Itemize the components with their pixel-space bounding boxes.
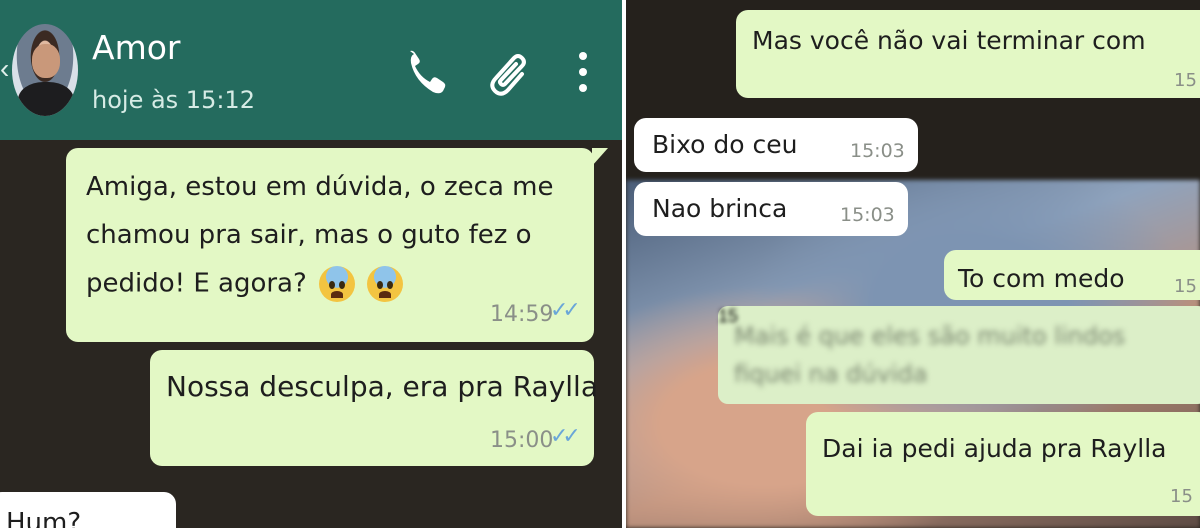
avatar[interactable] bbox=[12, 24, 78, 116]
message-time: 15 bbox=[1170, 486, 1193, 507]
message-bubble-outgoing[interactable]: Amiga, estou em dúvida, o zeca me chamou… bbox=[66, 148, 594, 342]
message-text: To com medo bbox=[958, 264, 1125, 293]
chat-panel-left: ‹ Amor hoje às 15:12 Amiga, estou em dúv… bbox=[0, 0, 622, 528]
phone-icon[interactable] bbox=[404, 44, 450, 100]
last-seen-status: hoje às 15:12 bbox=[92, 86, 255, 114]
message-time: 15:03 bbox=[850, 140, 905, 162]
read-ticks-icon: ✓✓ bbox=[550, 424, 581, 449]
message-line: Amiga, estou em dúvida, o zeca me bbox=[86, 172, 554, 202]
message-line: chamou pra sair, mas o guto fez o bbox=[86, 220, 532, 250]
message-time: 15 bbox=[718, 306, 739, 326]
chat-header: ‹ Amor hoje às 15:12 bbox=[0, 0, 622, 140]
message-bubble-outgoing[interactable]: Nossa desculpa, era pra Raylla 15:00 ✓✓ bbox=[150, 350, 598, 466]
message-text: Nossa desculpa, era pra Raylla bbox=[166, 370, 598, 403]
message-time: 15:00 bbox=[490, 428, 554, 453]
message-text: Dai ia pedi ajuda pra Raylla bbox=[822, 434, 1167, 463]
chat-panel-right: Mas você não vai terminar com 15 Bixo do… bbox=[626, 0, 1200, 528]
message-bubble-outgoing[interactable]: To com medo 15 bbox=[944, 250, 1200, 300]
message-time: 14:59 bbox=[490, 302, 554, 327]
bubble-tail bbox=[592, 148, 608, 166]
anxious-face-icon bbox=[319, 266, 356, 302]
message-text-blurred: fiquei na dúvida bbox=[734, 360, 928, 388]
message-text: Bixo do ceu bbox=[652, 130, 798, 159]
message-time: 15 bbox=[1174, 276, 1197, 297]
contact-name[interactable]: Amor bbox=[92, 28, 180, 67]
more-vert-icon[interactable] bbox=[566, 44, 600, 100]
message-bubble-outgoing-blurred[interactable]: Mais é que eles são muito lindos fiquei … bbox=[718, 306, 1200, 404]
message-text: Mas você não vai terminar com bbox=[752, 26, 1146, 55]
message-line-text: pedido! E agora? bbox=[86, 268, 307, 299]
message-text: Nao brinca bbox=[652, 194, 788, 223]
message-bubble-incoming[interactable]: Bixo do ceu 15:03 bbox=[634, 118, 918, 172]
message-bubble-outgoing[interactable]: Mas você não vai terminar com 15 bbox=[736, 10, 1200, 98]
read-ticks-icon: ✓✓ bbox=[550, 298, 581, 323]
message-bubble-incoming[interactable]: Nao brinca 15:03 bbox=[634, 182, 908, 236]
message-bubble-incoming[interactable]: Hum? bbox=[0, 492, 176, 528]
message-line: pedido! E agora? bbox=[86, 266, 404, 302]
message-time: 15:03 bbox=[840, 204, 895, 226]
message-bubble-outgoing[interactable]: Dai ia pedi ajuda pra Raylla 15 bbox=[806, 412, 1200, 516]
message-time: 15 bbox=[1174, 70, 1197, 91]
paperclip-icon[interactable] bbox=[488, 44, 534, 100]
message-text: Hum? bbox=[6, 508, 82, 528]
anxious-face-icon bbox=[367, 266, 404, 302]
